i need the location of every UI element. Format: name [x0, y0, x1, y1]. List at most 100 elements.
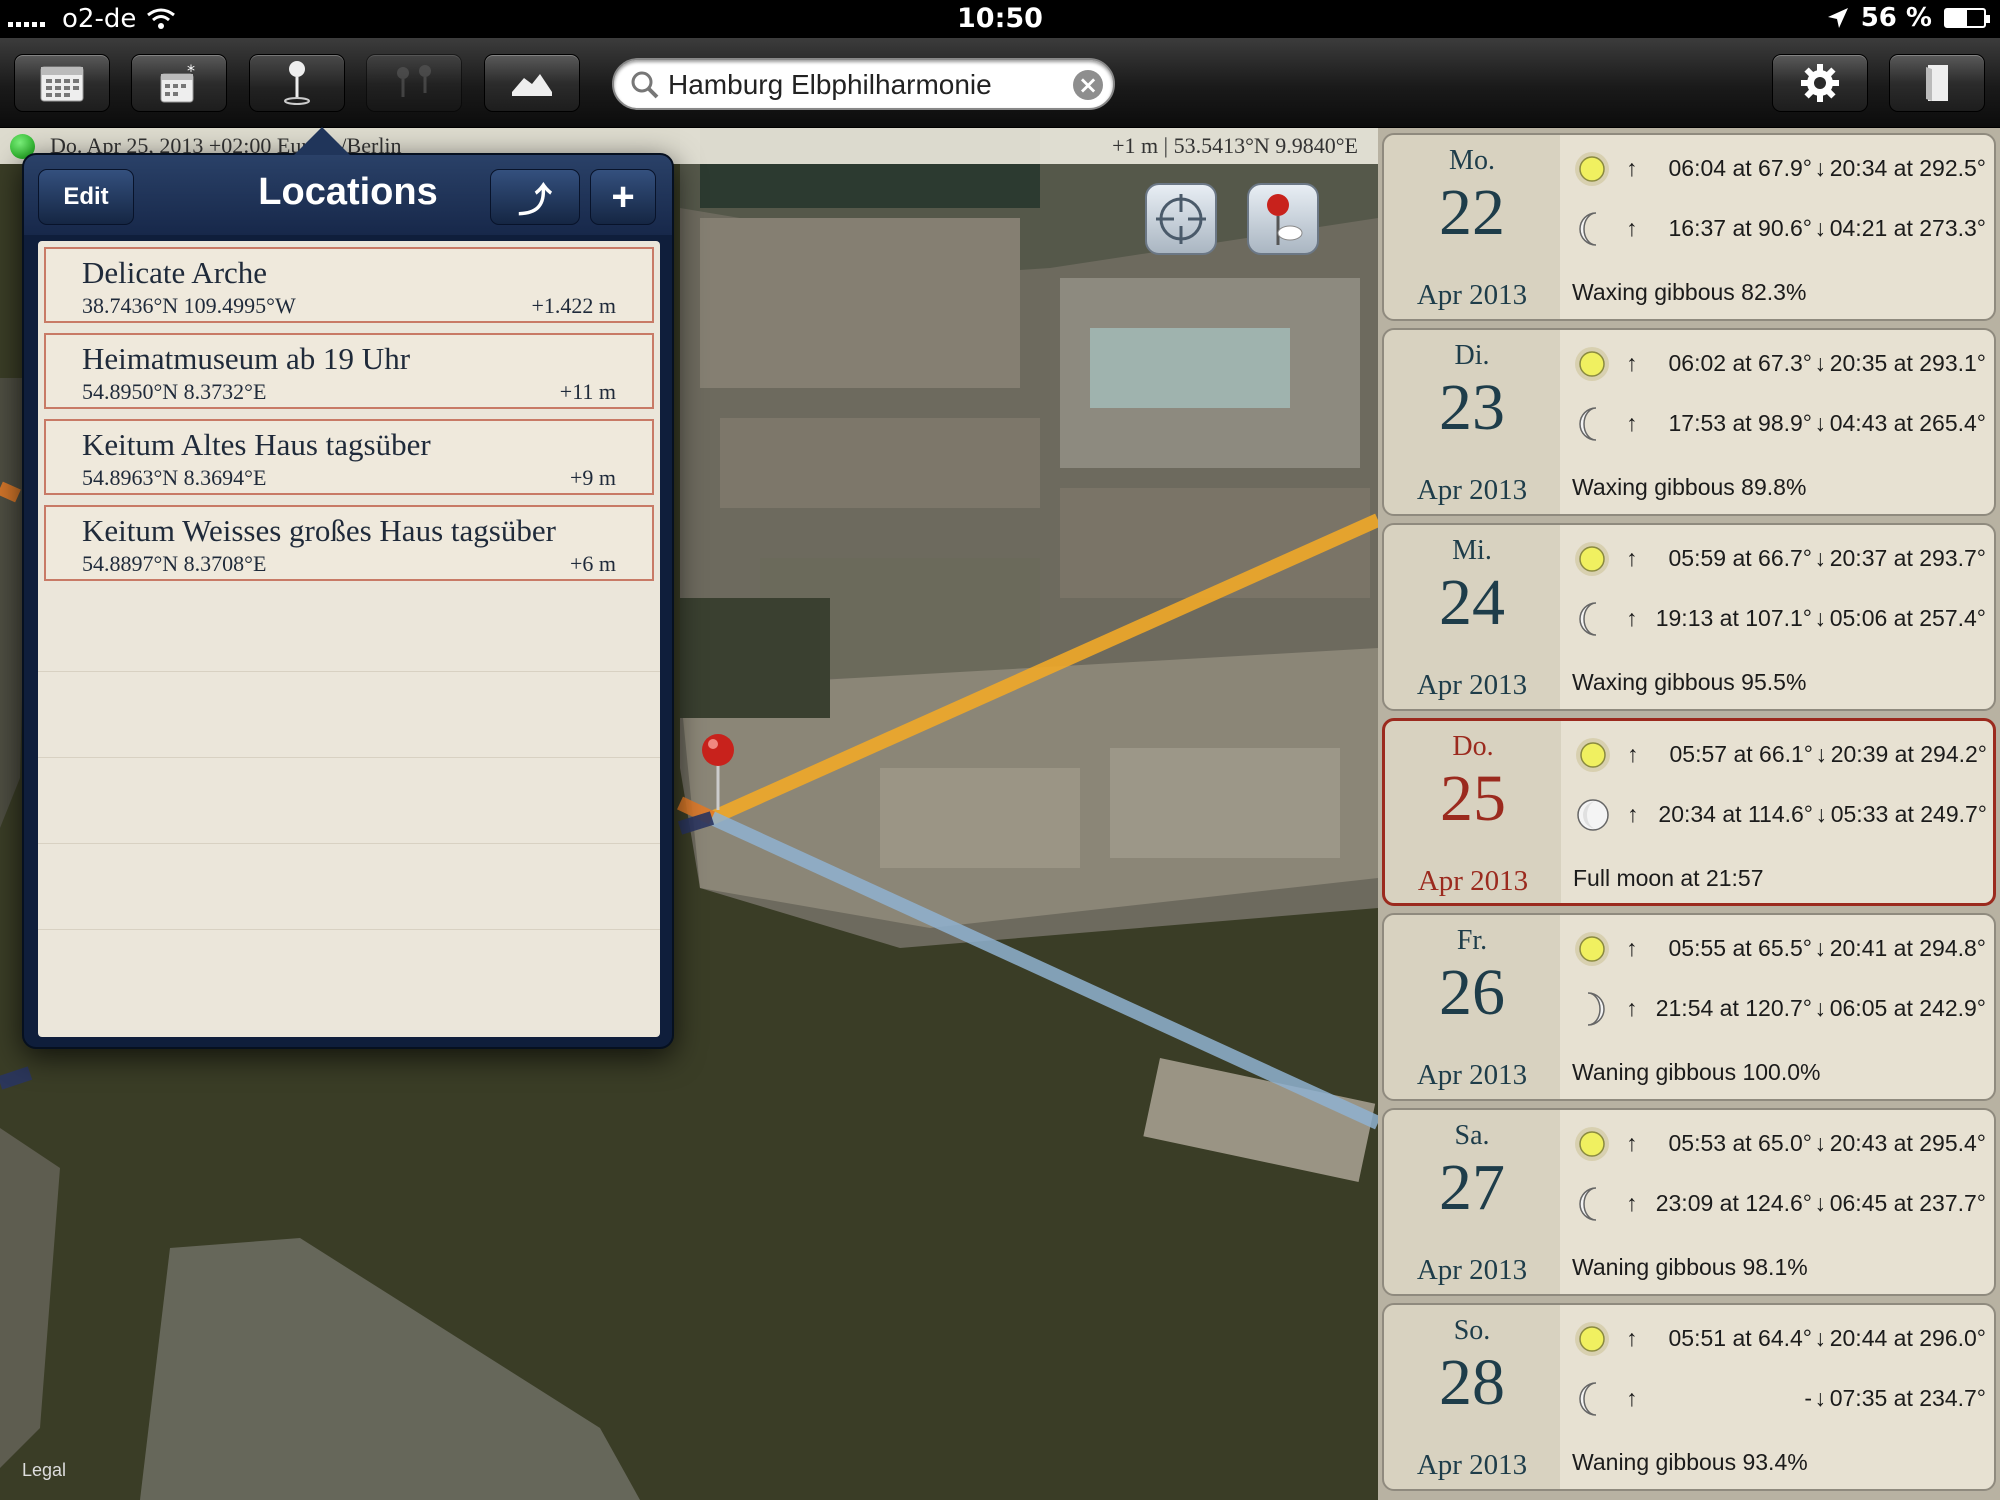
rise-arrow-icon: ↑ [1626, 935, 1638, 961]
legal-link[interactable]: Legal [22, 1460, 66, 1481]
day-card[interactable]: So. 28 Apr 2013 ↑ 05:51 at 64.4° ↓ 20:44… [1382, 1303, 1996, 1491]
day-card[interactable]: Mi. 24 Apr 2013 ↑ 05:59 at 66.7° ↓ 20:37… [1382, 523, 1996, 711]
crosshair-icon [1156, 194, 1206, 244]
sunset-time: 20:41 at 294.8° [1829, 935, 1986, 961]
locate-me-button[interactable] [1145, 183, 1217, 255]
location-item[interactable]: Keitum Altes Haus tagsüber 54.8963°N 8.3… [44, 419, 654, 495]
rise-arrow-icon: ↑ [1626, 215, 1638, 241]
moon-phase: Waxing gibbous 82.3% [1572, 279, 1807, 305]
sun-icon [1575, 152, 1609, 186]
moonset-time: 04:21 at 273.3° [1829, 215, 1986, 241]
location-name: Keitum Weisses großes Haus tagsüber [82, 513, 556, 548]
sunrise-time: 05:51 at 64.4° [1668, 1325, 1812, 1351]
set-arrow-icon: ↓ [1814, 1385, 1827, 1411]
set-arrow-icon: ↓ [1814, 155, 1827, 181]
moonset-time: 07:35 at 234.7° [1829, 1385, 1986, 1411]
popover-arrow [294, 127, 350, 155]
location-coords: 38.7436°N 109.4995°W [82, 293, 296, 318]
rise-arrow-icon: ↑ [1626, 350, 1638, 376]
moon-row: ↑ 17:53 at 98.9° ↓ 04:43 at 265.4° [1572, 404, 1992, 444]
sunset-time: 20:35 at 293.1° [1829, 350, 1986, 376]
sun-icon [1575, 1127, 1609, 1161]
moon-phase: Waning gibbous 98.1% [1572, 1254, 1808, 1280]
status-time: 10:50 [957, 3, 1043, 34]
moonrise-time: 21:54 at 120.7° [1655, 995, 1812, 1021]
day-number: 24 [1439, 566, 1505, 639]
moon-icon [1579, 212, 1597, 246]
set-arrow-icon: ↓ [1814, 545, 1827, 571]
share-button[interactable]: ⤴ [490, 169, 580, 225]
popover-header: Edit Locations ⤴ + [24, 155, 672, 235]
add-location-button[interactable]: + [590, 169, 656, 225]
book-icon [1926, 65, 1948, 101]
day-list-panel: Mo. 22 Apr 2013 ↑ 06:04 at 67.9° ↓ 20:34… [1378, 128, 2000, 1500]
moonrise-time: 16:37 at 90.6° [1668, 215, 1812, 241]
clear-search-icon[interactable]: × [1073, 70, 1103, 100]
calendar-star-icon: * [160, 62, 195, 103]
battery-percent: 56 % [1860, 3, 1932, 33]
horizon-button[interactable] [484, 54, 580, 112]
sunset-time: 20:34 at 292.5° [1829, 155, 1986, 181]
set-arrow-icon: ↓ [1815, 741, 1828, 767]
book-button[interactable] [1889, 54, 1985, 112]
calendar-icon [40, 66, 84, 102]
day-card[interactable]: Fr. 26 Apr 2013 ↑ 05:55 at 65.5° ↓ 20:41… [1382, 913, 1996, 1101]
location-altitude: +6 m [569, 551, 616, 576]
location-item[interactable]: Heimatmuseum ab 19 Uhr 54.8950°N 8.3732°… [44, 333, 654, 409]
compare-pins-icon [397, 65, 431, 97]
moon-phase: Full moon at 21:57 [1573, 865, 1764, 891]
moonrise-time: 19:13 at 107.1° [1655, 605, 1812, 631]
moonset-time: 05:33 at 249.7° [1830, 801, 1987, 827]
list-separator [38, 843, 660, 844]
day-card[interactable]: Sa. 27 Apr 2013 ↑ 05:53 at 65.0° ↓ 20:43… [1382, 1108, 1996, 1296]
day-of-week: So. [1453, 1315, 1491, 1346]
set-arrow-icon: ↓ [1814, 350, 1827, 376]
location-item[interactable]: Keitum Weisses großes Haus tagsüber 54.8… [44, 505, 654, 581]
compare-locations-button[interactable] [366, 54, 462, 112]
day-month: Apr 2013 [1416, 1449, 1528, 1481]
search-input[interactable] [668, 66, 1048, 104]
calendar-star-button[interactable]: * [131, 54, 227, 112]
sun-row: ↑ 05:57 at 66.1° ↓ 20:39 at 294.2° [1573, 735, 1993, 775]
moonset-time: 06:45 at 237.7° [1829, 1190, 1986, 1216]
sunrise-time: 05:55 at 65.5° [1668, 935, 1812, 961]
location-name: Delicate Arche [82, 255, 268, 290]
locations-button[interactable] [249, 54, 345, 112]
day-number: 26 [1439, 956, 1505, 1029]
sun-icon [1575, 1322, 1609, 1356]
set-arrow-icon: ↓ [1814, 1325, 1827, 1351]
rise-arrow-icon: ↑ [1626, 1325, 1638, 1351]
location-altitude: +1.422 m [531, 293, 616, 318]
settings-button[interactable] [1772, 54, 1868, 112]
day-of-week: Do. [1452, 731, 1494, 762]
day-month: Apr 2013 [1416, 1254, 1528, 1286]
moon-row: ↑ - ↓ 07:35 at 234.7° [1572, 1379, 1992, 1419]
day-number: 28 [1439, 1346, 1505, 1419]
svg-text:*: * [187, 62, 195, 80]
location-name: Heimatmuseum ab 19 Uhr [82, 341, 411, 376]
moon-phase: Waxing gibbous 89.8% [1572, 474, 1807, 500]
sun-row: ↑ 06:04 at 67.9° ↓ 20:34 at 292.5° [1572, 149, 1992, 189]
set-arrow-icon: ↓ [1814, 605, 1827, 631]
location-coords: 54.8963°N 8.3694°E [82, 465, 267, 490]
status-bar: o2-de 10:50 56 % [0, 0, 2000, 38]
set-arrow-icon: ↓ [1814, 215, 1827, 241]
drop-pin-button[interactable] [1247, 183, 1319, 255]
location-item[interactable]: Delicate Arche 38.7436°N 109.4995°W +1.4… [44, 247, 654, 323]
search-icon [631, 71, 659, 99]
moonset-time: 06:05 at 242.9° [1829, 995, 1986, 1021]
day-card[interactable]: Mo. 22 Apr 2013 ↑ 06:04 at 67.9° ↓ 20:34… [1382, 133, 1996, 321]
calendar-button[interactable] [14, 54, 110, 112]
rise-arrow-icon: ↑ [1626, 1190, 1638, 1216]
day-card-today[interactable]: Do. 25 Apr 2013 ↑ 05:57 at 66.1° ↓ 20:39… [1382, 718, 1996, 906]
sun-row: ↑ 05:53 at 65.0° ↓ 20:43 at 295.4° [1572, 1124, 1992, 1164]
location-name: Keitum Altes Haus tagsüber [82, 427, 431, 462]
location-marker-icon[interactable] [698, 732, 738, 812]
moon-row: ↑ 21:54 at 120.7° ↓ 06:05 at 242.9° [1572, 989, 1992, 1029]
day-card[interactable]: Di. 23 Apr 2013 ↑ 06:02 at 67.3° ↓ 20:35… [1382, 328, 1996, 516]
search-field[interactable]: × [612, 58, 1115, 110]
day-of-week: Di. [1454, 340, 1490, 371]
sunrise-time: 06:04 at 67.9° [1668, 155, 1812, 181]
moonrise-time: 20:34 at 114.6° [1658, 801, 1813, 827]
day-month: Apr 2013 [1416, 279, 1528, 311]
